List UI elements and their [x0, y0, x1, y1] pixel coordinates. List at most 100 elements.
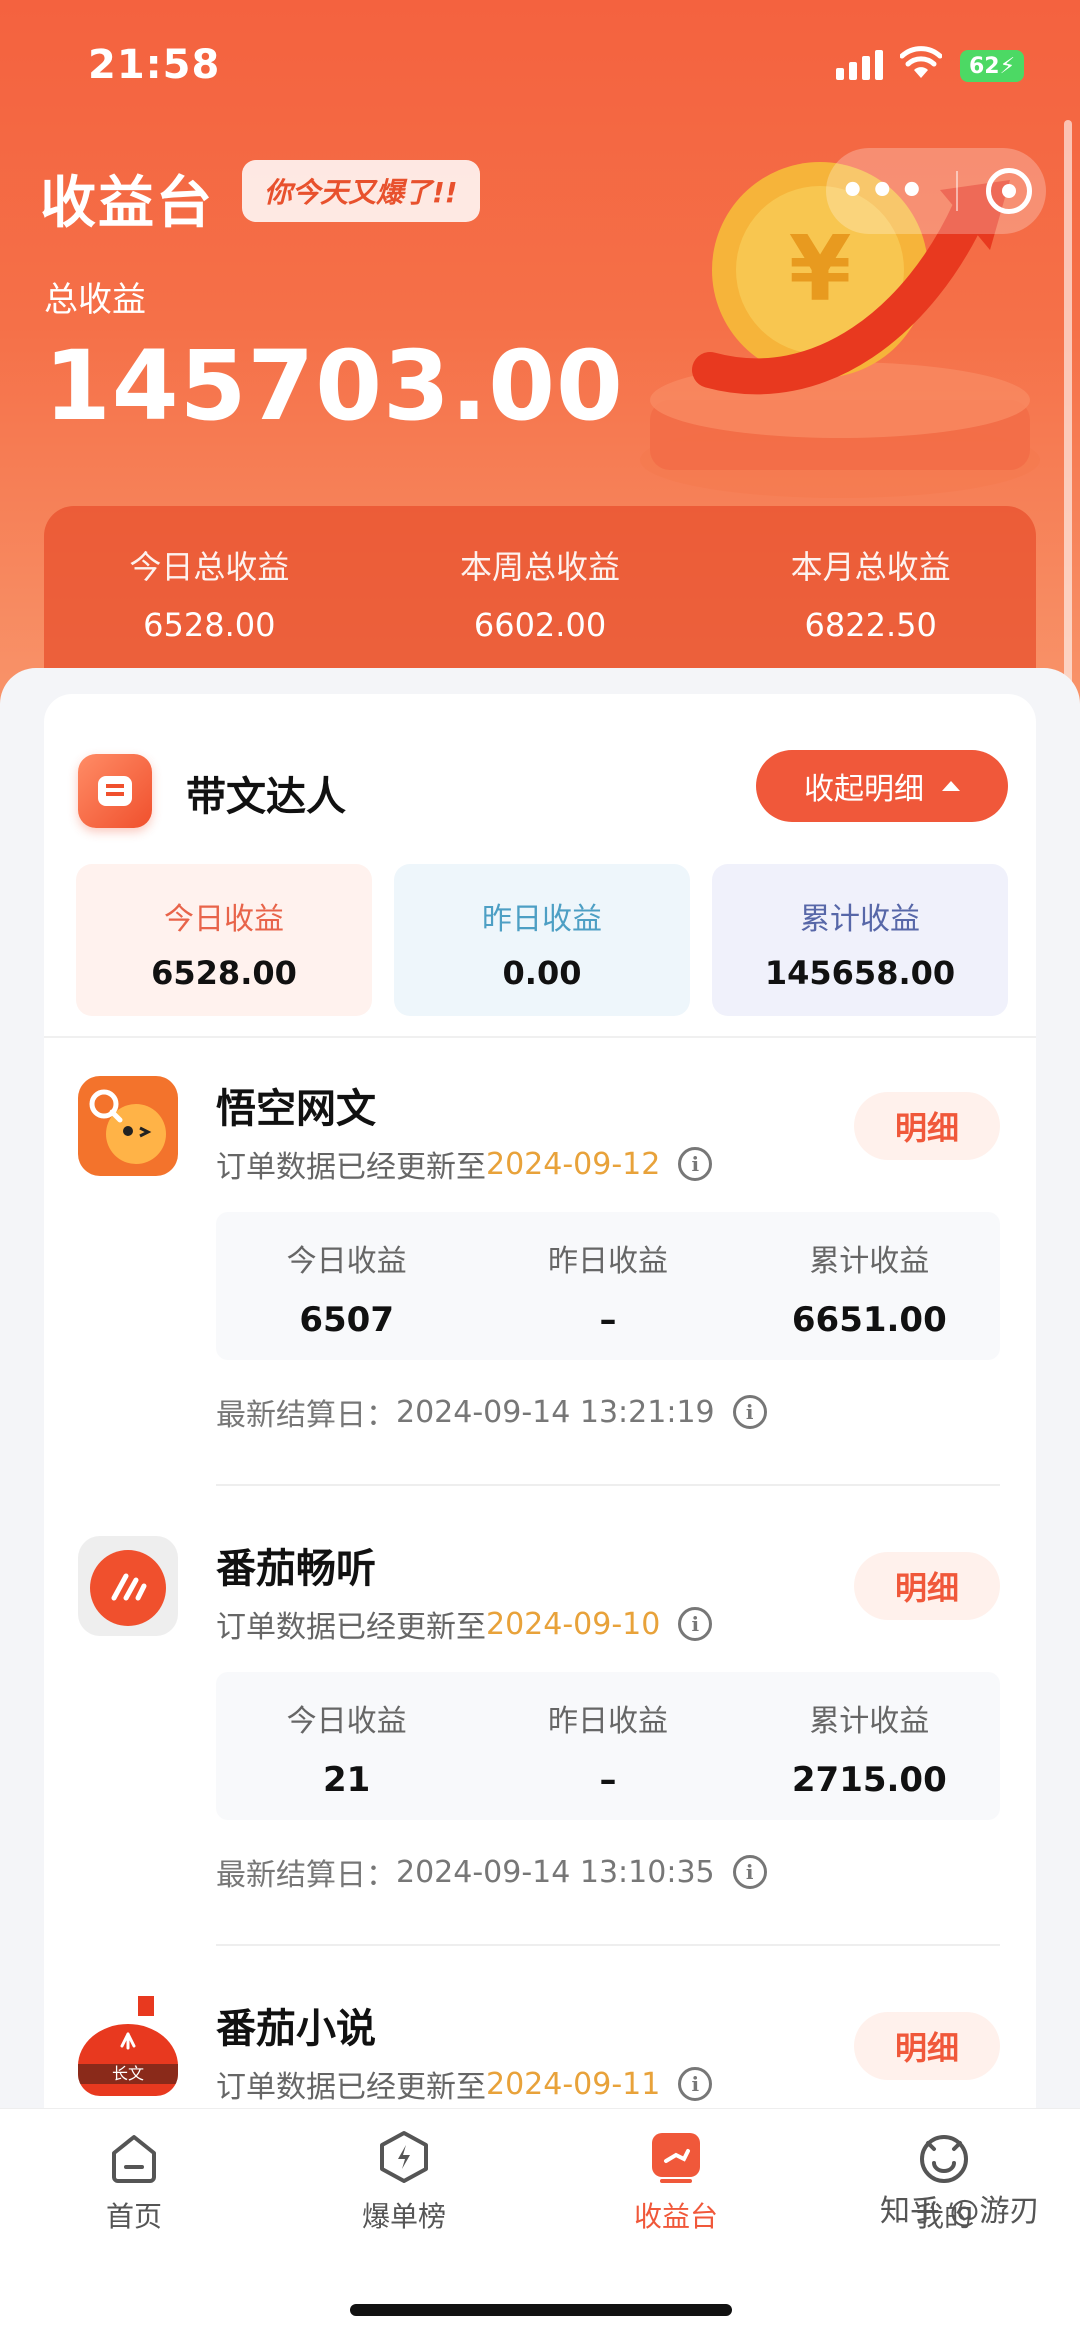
stat-value: 2715.00 — [791, 1760, 947, 1800]
update-prefix: 订单数据已经更新至 — [216, 1610, 486, 1645]
stat-total: 累计收益 2715.00 — [739, 1672, 1000, 1820]
tab-label: 爆单榜 — [361, 2200, 446, 2233]
earnings-icon — [648, 2129, 704, 2185]
stat-label: 累计收益 — [809, 1244, 930, 1279]
tab-earnings[interactable]: 收益台 — [576, 2129, 776, 2235]
period-label: 本月总收益 — [790, 548, 951, 586]
summary-value: 6528.00 — [151, 954, 297, 992]
stat-yesterday: 昨日收益 – — [477, 1672, 738, 1820]
info-icon[interactable]: i — [678, 1607, 713, 1641]
update-prefix: 订单数据已经更新至 — [216, 2070, 486, 2105]
stat-panel: 今日收益 6507 昨日收益 – 累计收益 6651.00 — [216, 1212, 1000, 1360]
divider — [216, 1484, 1000, 1486]
stat-value: – — [599, 1760, 617, 1800]
watermark: 知乎 @游刃 — [880, 2194, 1040, 2229]
update-date: 2024-09-11 — [486, 2066, 661, 2102]
stat-label: 今日收益 — [286, 1704, 407, 1739]
stat-value: 21 — [323, 1760, 371, 1800]
stat-value: – — [599, 1300, 617, 1340]
earnings-card: 带文达人 收起明细 今日收益 6528.00 昨日收益 0.00 累计收益 14… — [44, 694, 1036, 2108]
period-label: 今日总收益 — [129, 548, 290, 586]
settlement-date: 最新结算日： 2024-09-14 13:21:19 i — [216, 1390, 767, 1434]
info-icon[interactable]: i — [678, 2067, 713, 2101]
collapse-label: 收起明细 — [804, 772, 924, 807]
settlement-date: 最新结算日： 2024-09-14 13:10:35 i — [216, 1850, 767, 1894]
detail-button[interactable]: 明细 — [854, 1092, 1000, 1160]
detail-button[interactable]: 明细 — [854, 2012, 1000, 2080]
tab-hot-list[interactable]: 爆单榜 — [304, 2129, 504, 2235]
summary-today: 今日收益 6528.00 — [76, 864, 372, 1016]
more-icon[interactable]: ••• — [840, 171, 929, 211]
fanqie-changting-app-icon — [78, 1536, 178, 1636]
fanqie-xiaoshuo-app-icon: 长文 — [78, 1996, 178, 2096]
stat-today: 今日收益 6507 — [216, 1212, 477, 1360]
stat-label: 累计收益 — [809, 1704, 930, 1739]
info-icon[interactable]: i — [678, 1147, 713, 1181]
home-indicator[interactable] — [350, 2304, 732, 2316]
update-date: 2024-09-10 — [486, 1606, 661, 1642]
status-bar: 21:58 62 ⚡ — [0, 0, 1080, 130]
update-status: 订单数据已经更新至 2024-09-10 i — [216, 1602, 713, 1646]
period-today: 今日总收益 6528.00 — [44, 506, 375, 676]
tab-home[interactable]: 首页 — [34, 2129, 234, 2235]
stat-label: 今日收益 — [286, 1244, 407, 1279]
profile-icon — [916, 2129, 972, 2185]
summary-value: 0.00 — [502, 954, 582, 992]
period-label: 本周总收益 — [460, 548, 621, 586]
summary-value: 145658.00 — [764, 954, 956, 992]
summary-label: 今日收益 — [164, 902, 284, 937]
svg-text:¥: ¥ — [789, 217, 852, 322]
app-icon-text: 长文 — [112, 2064, 144, 2083]
slogan-badge: 你今天又爆了!! — [242, 160, 480, 222]
period-month: 本月总收益 6822.50 — [705, 506, 1036, 676]
close-target-icon[interactable] — [986, 168, 1033, 214]
app-item-fanqie-changting: 番茄畅听 订单数据已经更新至 2024-09-10 i 明细 今日收益 21 昨日… — [44, 1498, 1036, 1958]
content-area: 带文达人 收起明细 今日收益 6528.00 昨日收益 0.00 累计收益 14… — [0, 668, 1080, 2108]
period-value: 6822.50 — [804, 606, 937, 644]
info-icon[interactable]: i — [732, 1395, 767, 1429]
home-icon — [106, 2129, 162, 2185]
total-earnings-amount: 145703.00 — [44, 330, 624, 442]
caret-up-icon — [942, 781, 960, 791]
summary-label: 累计收益 — [800, 902, 920, 937]
settle-label: 最新结算日： — [216, 1398, 396, 1433]
update-status: 订单数据已经更新至 2024-09-11 i — [216, 2062, 713, 2106]
summary-row: 今日收益 6528.00 昨日收益 0.00 累计收益 145658.00 — [76, 864, 1008, 1016]
settle-label: 最新结算日： — [216, 1858, 396, 1893]
card-header: 带文达人 收起明细 — [44, 694, 1036, 844]
stat-today: 今日收益 21 — [216, 1672, 477, 1820]
total-earnings-label: 总收益 — [44, 280, 146, 320]
divider — [216, 1944, 1000, 1946]
stat-yesterday: 昨日收益 – — [477, 1212, 738, 1360]
info-icon[interactable]: i — [732, 1855, 767, 1889]
summary-total: 累计收益 145658.00 — [712, 864, 1008, 1016]
stat-total: 累计收益 6651.00 — [739, 1212, 1000, 1360]
update-status: 订单数据已经更新至 2024-09-12 i — [216, 1142, 713, 1186]
summary-label: 昨日收益 — [482, 902, 602, 937]
scrollbar[interactable] — [1064, 120, 1072, 730]
card-title: 带文达人 — [186, 774, 346, 820]
app-name: 番茄畅听 — [216, 1546, 376, 1592]
stat-label: 昨日收益 — [547, 1704, 668, 1739]
app-item-fanqie-xiaoshuo: 长文 番茄小说 订单数据已经更新至 2024-09-11 i 明细 — [44, 1958, 1036, 2108]
detail-button[interactable]: 明细 — [854, 1552, 1000, 1620]
update-date: 2024-09-12 — [486, 1146, 661, 1182]
settle-time: 2024-09-14 13:21:19 — [396, 1394, 715, 1430]
stat-label: 昨日收益 — [547, 1244, 668, 1279]
app-item-wukong: 悟空网文 订单数据已经更新至 2024-09-12 i 明细 今日收益 6507 … — [44, 1038, 1036, 1498]
period-week: 本周总收益 6602.00 — [375, 506, 706, 676]
signal-icon — [836, 50, 883, 80]
tab-label: 收益台 — [633, 2200, 718, 2233]
battery-level: 62 — [968, 53, 1000, 79]
stat-value: 6651.00 — [791, 1300, 947, 1340]
collapse-details-button[interactable]: 收起明细 — [756, 750, 1008, 822]
mini-program-capsule: ••• — [826, 148, 1046, 234]
lightning-icon — [376, 2129, 432, 2185]
status-time: 21:58 — [88, 42, 221, 88]
settle-time: 2024-09-14 13:10:35 — [396, 1854, 715, 1890]
battery-indicator: 62 ⚡ — [960, 50, 1024, 82]
update-prefix: 订单数据已经更新至 — [216, 1150, 486, 1185]
stat-value: 6507 — [299, 1300, 394, 1340]
capsule-divider — [956, 171, 959, 211]
app-name: 悟空网文 — [216, 1086, 376, 1132]
